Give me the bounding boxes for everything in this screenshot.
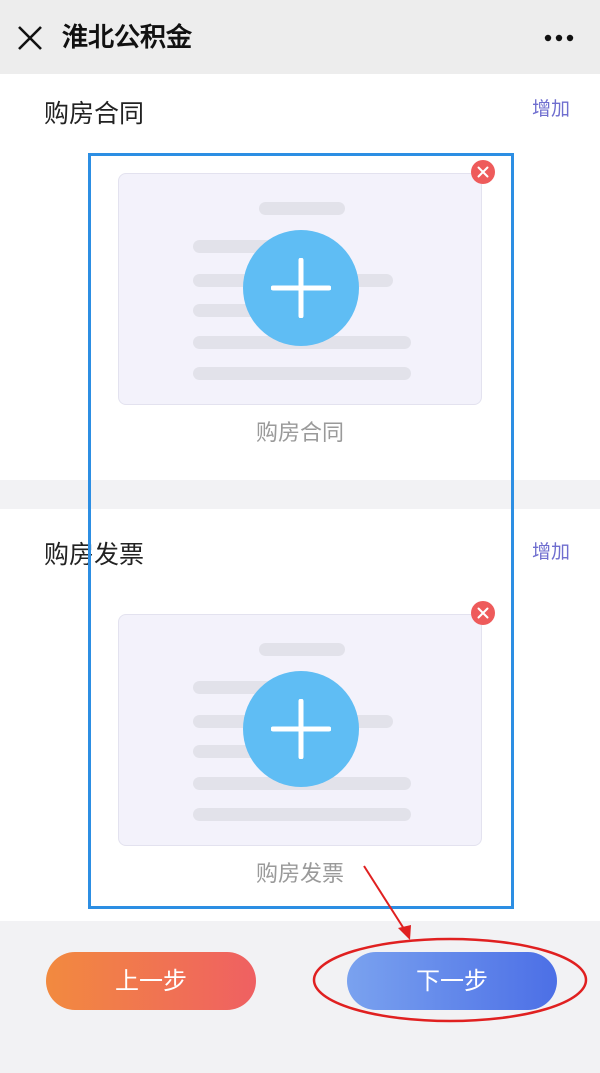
plus-icon	[271, 258, 331, 318]
remove-icon[interactable]	[470, 600, 496, 626]
section-title: 购房合同	[44, 99, 145, 128]
more-dots-icon[interactable]	[544, 34, 574, 42]
placeholder-line	[193, 808, 411, 821]
app-title: 淮北公积金	[62, 23, 193, 53]
section-title: 购房发票	[44, 540, 145, 569]
add-photo-button[interactable]	[243, 671, 359, 787]
card-caption: 购房合同	[255, 421, 344, 446]
contract-upload-card[interactable]	[118, 173, 482, 405]
next-step-button[interactable]: 下一步	[347, 952, 557, 1010]
purchase-contract-section: 购房合同 增加 购房合同	[0, 74, 600, 480]
placeholder-line	[259, 643, 345, 656]
invoice-upload-card[interactable]	[118, 614, 482, 846]
add-invoice-link[interactable]: 增加	[532, 537, 570, 567]
card-caption: 购房发票	[255, 862, 344, 887]
purchase-invoice-section: 购房发票 增加 购房发票	[0, 509, 600, 921]
plus-icon	[271, 699, 331, 759]
add-contract-link[interactable]: 增加	[532, 94, 570, 124]
add-photo-button[interactable]	[243, 230, 359, 346]
previous-step-button[interactable]: 上一步	[46, 952, 256, 1010]
placeholder-line	[259, 202, 345, 215]
placeholder-line	[193, 367, 411, 380]
close-icon[interactable]	[16, 24, 44, 52]
remove-icon[interactable]	[470, 159, 496, 185]
title-bar: 淮北公积金	[0, 0, 600, 74]
